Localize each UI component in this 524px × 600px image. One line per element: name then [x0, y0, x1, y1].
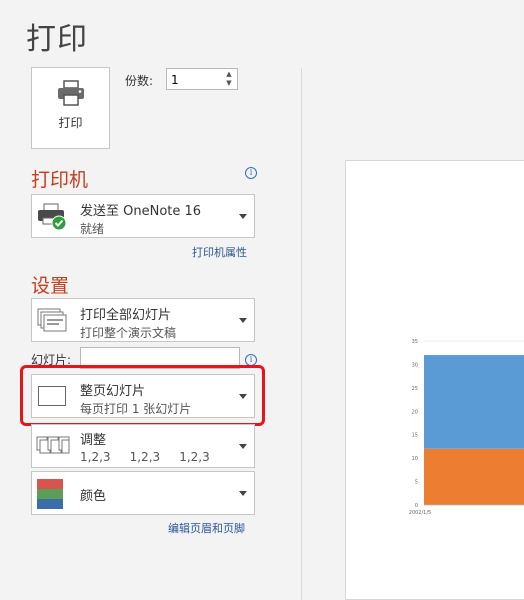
spin-up-icon[interactable]: ▲: [223, 70, 235, 79]
edit-header-footer-link[interactable]: 编辑页眉和页脚: [168, 520, 245, 536]
y-tick-label: 5: [415, 480, 418, 486]
highlight-box: [20, 365, 265, 426]
y-tick-label: 25: [412, 386, 418, 392]
color-title: 颜色: [80, 489, 107, 504]
copies-input[interactable]: [167, 70, 227, 90]
copies-stepper[interactable]: ▲ ▼: [166, 68, 238, 90]
x-tick-label: 2002/1/5: [409, 510, 431, 516]
y-tick-label: 20: [412, 409, 418, 415]
collate-icon: [36, 436, 70, 454]
chevron-down-icon: [239, 318, 247, 323]
printer-heading: 打印机: [31, 169, 89, 191]
chevron-down-icon: [239, 444, 247, 449]
bar-segment-0: [424, 448, 524, 505]
info-icon[interactable]: i: [245, 167, 257, 179]
panel-divider: [301, 68, 302, 600]
preview-chart: 0 5 10 15 20 25 30 35 2002/1/5: [409, 339, 524, 516]
printer-ready-icon: [38, 203, 67, 231]
bar-segment-1: [424, 355, 524, 449]
print-button-label: 打印: [58, 116, 83, 130]
y-tick-label: 10: [412, 456, 418, 462]
print-range-subtitle: 打印整个演示文稿: [80, 326, 177, 340]
print-range-dropdown[interactable]: 打印全部幻灯片 打印整个演示文稿: [31, 298, 255, 342]
settings-heading: 设置: [31, 275, 70, 297]
collate-title: 调整: [80, 433, 107, 448]
slides-stack-icon: [37, 308, 67, 332]
print-preview: 0 5 10 15 20 25 30 35 2002/1/5: [345, 160, 524, 600]
printer-status: 就绪: [80, 222, 105, 236]
color-swatch-icon: [37, 479, 63, 509]
collate-subtitle: 1,2,3 1,2,3 1,2,3: [80, 450, 210, 464]
y-tick-label: 30: [412, 362, 418, 368]
y-tick-label: 15: [412, 433, 418, 439]
collate-dropdown[interactable]: 调整 1,2,3 1,2,3 1,2,3: [31, 424, 255, 468]
printer-name: 发送至 OneNote 16: [80, 204, 202, 219]
print-range-title: 打印全部幻灯片: [80, 308, 172, 323]
chevron-down-icon: [239, 214, 247, 219]
y-tick-label: 35: [412, 339, 418, 345]
print-button[interactable]: 打印: [31, 67, 110, 149]
spin-down-icon[interactable]: ▼: [223, 79, 235, 88]
printer-properties-link[interactable]: 打印机属性: [192, 244, 247, 260]
chevron-down-icon: [239, 491, 247, 496]
printer-dropdown[interactable]: 发送至 OneNote 16 就绪: [31, 194, 255, 238]
copies-label: 份数:: [125, 74, 154, 88]
color-dropdown[interactable]: 颜色: [31, 471, 255, 515]
printer-icon: [57, 80, 84, 106]
page-title: 打印: [26, 22, 88, 57]
y-tick-label: 0: [415, 503, 418, 509]
